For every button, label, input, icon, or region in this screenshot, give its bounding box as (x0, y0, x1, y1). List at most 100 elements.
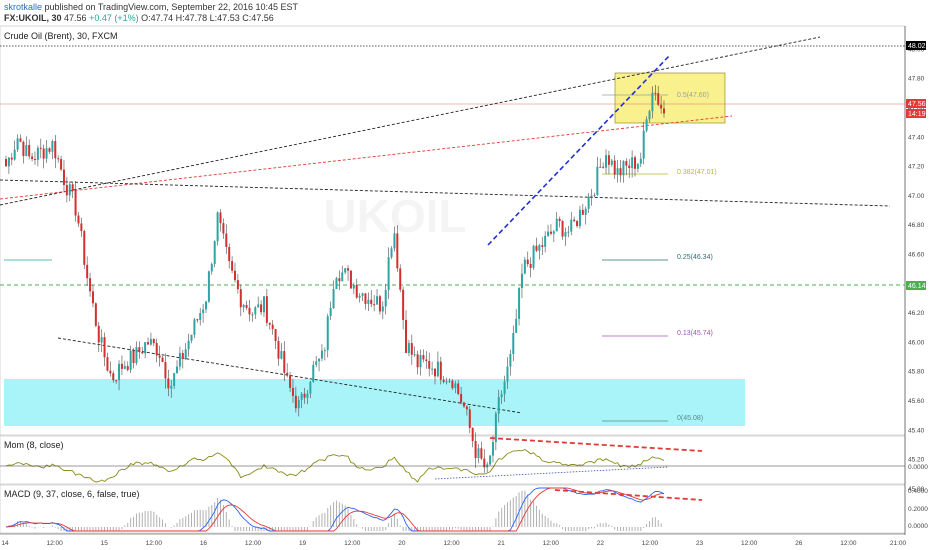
fib-label-025: 0.25(46.34) (677, 254, 713, 261)
candle-body (190, 334, 193, 341)
candle-body (587, 196, 590, 209)
candle-body (89, 278, 92, 292)
candle-body (106, 357, 109, 371)
candle-body (564, 231, 567, 237)
fib-label-05: 0.5(47.60) (677, 92, 709, 99)
price-tick-3: 47.40 (908, 134, 925, 141)
candle-body (648, 111, 651, 120)
candle-body (518, 288, 521, 319)
candle-body (103, 337, 106, 358)
candle-body (413, 354, 416, 356)
candle-body (526, 259, 529, 264)
candle-body (500, 394, 503, 398)
candle-body (155, 343, 158, 356)
candle-body (497, 397, 500, 414)
candle-body (216, 212, 219, 242)
candle-body (202, 309, 205, 314)
candle-body (164, 362, 167, 379)
candle-body (45, 148, 48, 159)
candle-body (149, 339, 152, 345)
badge-46-14-text: 46.14 (908, 283, 926, 290)
candle-body (616, 168, 619, 175)
candle-body (512, 332, 515, 354)
time-tick-5: 12:00 (245, 540, 262, 547)
candle-body (344, 268, 347, 273)
candle-body (13, 149, 16, 160)
candle-body (558, 218, 561, 222)
candle-body (335, 278, 338, 290)
candle-body (178, 353, 181, 367)
price-tick-12: 45.60 (908, 398, 925, 405)
candle-body (529, 263, 532, 268)
price-tick-14: 45.20 (908, 457, 925, 464)
candle-body (347, 268, 350, 271)
candle-body (144, 342, 147, 354)
candle-body (602, 166, 605, 168)
time-tick-11: 12:00 (543, 540, 560, 547)
candle-body (399, 268, 402, 290)
candle-body (291, 387, 294, 396)
time-tick-3: 12:00 (146, 540, 163, 547)
candle-body (323, 350, 326, 352)
candle-body (636, 163, 639, 169)
candle-body (552, 231, 555, 234)
time-tick-9: 12:00 (443, 540, 460, 547)
candle-body (448, 380, 451, 382)
time-tick-18: 21:00 (890, 540, 907, 547)
candle-body (167, 378, 170, 389)
candle-body (416, 354, 419, 368)
macd-series (5, 487, 665, 532)
candle-body (454, 383, 457, 389)
candle-body (25, 145, 28, 157)
time-tick-13: 12:00 (642, 540, 659, 547)
candle-body (5, 159, 7, 167)
candle-body (642, 130, 645, 159)
candle-body (332, 289, 335, 309)
candle-body (231, 261, 234, 271)
mom-support-line (434, 466, 669, 480)
candle-body (199, 313, 202, 321)
candle-body (312, 364, 315, 382)
macd-panel-frame (0, 484, 906, 534)
candle-body (135, 347, 138, 364)
price-tick-7: 46.60 (908, 252, 925, 259)
candle-body (289, 375, 292, 388)
price-tick-9: 46.20 (908, 310, 925, 317)
candle-body (370, 299, 373, 305)
candle-body (520, 273, 523, 289)
time-tick-1: 12:00 (46, 540, 63, 547)
candle-body (147, 342, 150, 345)
candle-body (494, 413, 497, 443)
candle-body (126, 366, 129, 370)
candle-body (213, 241, 216, 265)
candle-body (535, 245, 538, 251)
candle-body (210, 264, 213, 272)
candle-body (329, 308, 332, 317)
candle-body (407, 343, 410, 353)
candle-body (613, 160, 616, 175)
chart-svg[interactable]: UKOIL 0.5(47.60) 0.382(47.01) 0.25(46.34… (0, 0, 932, 550)
candle-body (100, 337, 103, 343)
price-tick-13: 45.40 (908, 427, 925, 434)
candle-body (584, 208, 587, 215)
candle-body (326, 316, 329, 351)
candle-body (48, 148, 51, 152)
candle-body (115, 380, 118, 382)
candle-body (205, 301, 208, 310)
candle-body (425, 359, 428, 362)
candle-body (576, 221, 579, 226)
candle-body (596, 166, 599, 196)
candle-body (381, 306, 384, 312)
candle-body (219, 212, 222, 224)
candle-body (610, 160, 613, 165)
candle-body (36, 147, 39, 160)
candle-body (532, 245, 535, 268)
candle-body (431, 368, 434, 370)
candle-body (68, 184, 71, 196)
candle-body (207, 271, 210, 302)
candle-body (268, 322, 271, 325)
candle-body (71, 184, 74, 191)
price-tick-11: 45.80 (908, 369, 925, 376)
candle-body (625, 161, 628, 166)
time-tick-12: 22 (597, 540, 605, 547)
